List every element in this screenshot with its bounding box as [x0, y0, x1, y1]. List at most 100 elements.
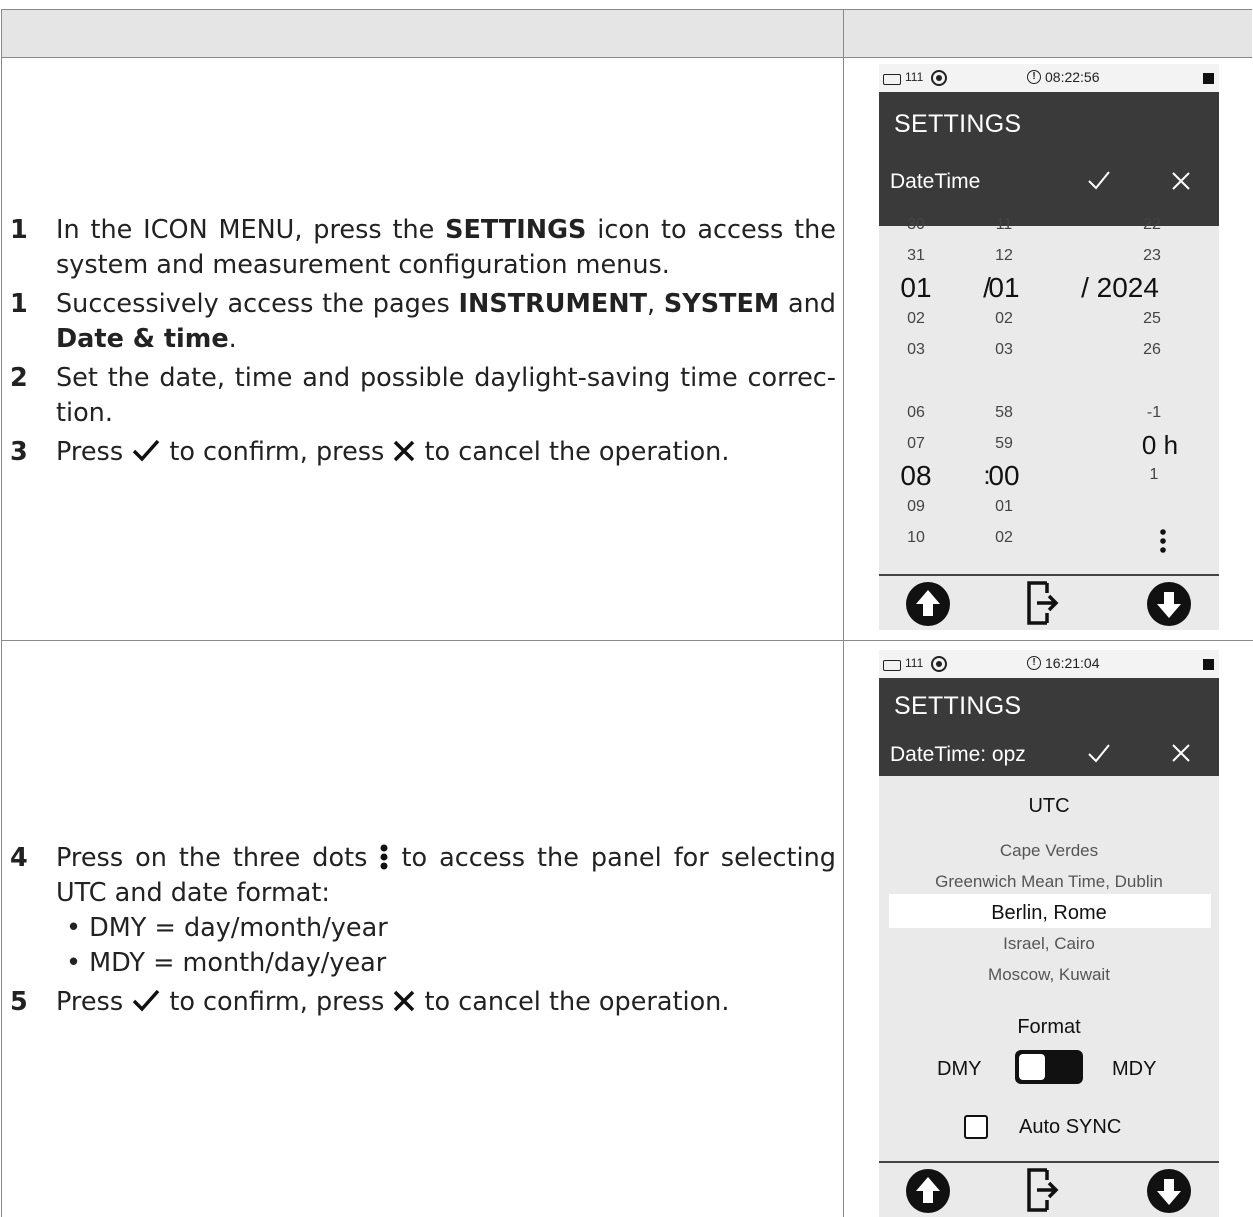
- clock-alert-icon: !: [1027, 656, 1041, 670]
- table-header-row: [1, 9, 1252, 58]
- confirm-check-icon[interactable]: [1086, 167, 1112, 193]
- wheel-day-value: 03: [907, 341, 925, 358]
- up-arrow-icon[interactable]: [904, 1167, 952, 1215]
- step-number: 5: [10, 987, 28, 1017]
- status-square-icon: [1203, 659, 1214, 670]
- wheel-minute-value: 59: [995, 435, 1013, 452]
- step-number: 2: [10, 363, 28, 393]
- timezone-item: Israel, Cairo: [1003, 934, 1095, 953]
- step-text: In the ICON MENU, press the SETTINGS ico…: [56, 215, 836, 280]
- confirm-check-icon[interactable]: [1086, 740, 1112, 766]
- step-item: 1 In the ICON MENU, press the SETTINGS ic…: [10, 213, 836, 283]
- exit-icon[interactable]: [1025, 580, 1067, 626]
- screen-header: SETTINGS DateTime: opz: [879, 678, 1219, 776]
- wheel-hour-value: 10: [907, 529, 925, 546]
- timezone-item: Cape Verdes: [999, 841, 1099, 860]
- step-number: 1: [10, 289, 28, 319]
- wheel-dst-value: -1: [1146, 404, 1162, 421]
- wheel-year-value: / 2024: [1081, 272, 1159, 303]
- check-icon: [132, 439, 160, 462]
- screen-title: SETTINGS: [894, 110, 1022, 138]
- cross-icon: [394, 440, 415, 462]
- steps-bottom: 4 Press on the three dots to access the p…: [10, 841, 836, 1024]
- wheel-day-value: 02: [907, 310, 925, 327]
- table-divider: [843, 9, 844, 1217]
- more-options-dots-icon[interactable]: [1158, 528, 1168, 554]
- step-item: 1 Successively access the pages INSTRUMEN…: [10, 287, 836, 357]
- table-divider: [1, 9, 2, 1217]
- wheel-year-value: 25: [1143, 310, 1161, 327]
- wheel-hour-value: 07: [907, 435, 925, 452]
- wheel-hour-value: 09: [907, 498, 925, 515]
- wheel-year-value: 22: [1143, 216, 1161, 233]
- auto-sync-checkbox[interactable]: [964, 1115, 988, 1139]
- battery-icon: [883, 660, 901, 671]
- step-text: Set the date, time and possible daylight…: [56, 363, 836, 428]
- time-separator: :: [983, 460, 991, 490]
- wheel-month-value: 11: [995, 216, 1013, 233]
- wheel-minute-value: 01: [995, 498, 1013, 515]
- wheel-day-value: 01: [900, 272, 932, 303]
- step-text: Press to confirm, press to cancel the op…: [56, 987, 730, 1017]
- step-item: 2 Set the date, time and possible dayligh…: [10, 361, 836, 431]
- three-dots-icon: [380, 844, 388, 870]
- step-number: 1: [10, 215, 28, 245]
- device-screen-datetime-options: 111 ! 16:21:04 SETTINGS DateTime: opz UT…: [879, 650, 1219, 1217]
- wheel-year-value: 26: [1143, 341, 1161, 358]
- cross-icon: [394, 990, 415, 1012]
- step-text: Press on the three dots to access the pa…: [56, 843, 836, 978]
- wheel-minute-value: 02: [995, 529, 1013, 546]
- step-number: 4: [10, 843, 28, 873]
- wheel-month-value: 02: [995, 310, 1013, 327]
- down-arrow-icon[interactable]: [1145, 1167, 1193, 1215]
- timezone-item: Greenwich Mean Time, Dublin: [935, 872, 1163, 891]
- wheel-hour-value: 06: [907, 404, 925, 421]
- format-left-label: DMY: [937, 1058, 982, 1080]
- bottom-nav: [879, 574, 1219, 630]
- format-toggle[interactable]: [1015, 1050, 1083, 1084]
- wheel-dst-value: 1: [1149, 466, 1159, 483]
- check-icon: [132, 989, 160, 1012]
- up-arrow-icon[interactable]: [904, 580, 952, 628]
- wheel-minute-value: 58: [995, 404, 1013, 421]
- step-item: 3 Press to confirm, press to cancel the o…: [10, 435, 836, 470]
- format-right-label: MDY: [1112, 1058, 1157, 1080]
- gps-icon: [931, 656, 947, 672]
- battery-level: 111: [905, 70, 924, 84]
- clock-alert-icon: !: [1027, 70, 1041, 84]
- gps-icon: [931, 70, 947, 86]
- screen-subtitle: DateTime: opz: [890, 743, 1026, 766]
- status-square-icon: [1203, 73, 1214, 84]
- status-time: 16:21:04: [1045, 655, 1100, 671]
- screen-header: SETTINGS DateTime: [879, 92, 1219, 226]
- down-arrow-icon[interactable]: [1145, 580, 1193, 628]
- status-bar: 111 ! 16:21:04: [879, 650, 1219, 679]
- battery-level: 111: [905, 656, 924, 670]
- timezone-item: Moscow, Kuwait: [988, 965, 1110, 984]
- status-time: 08:22:56: [1045, 69, 1100, 85]
- wheel-year-value: 23: [1143, 247, 1161, 264]
- step-item: 5 Press to confirm, press to cancel the o…: [10, 985, 836, 1020]
- timezone-item-selected: Berlin, Rome: [991, 902, 1107, 924]
- status-bar: 111 ! 08:22:56: [879, 64, 1219, 93]
- wheel-month-value: 12: [995, 247, 1013, 264]
- auto-sync-label: Auto SYNC: [1019, 1116, 1122, 1138]
- instruction-table: 1 In the ICON MENU, press the SETTINGS ic…: [0, 0, 1253, 1217]
- utc-label: UTC: [1028, 795, 1070, 817]
- cancel-x-icon[interactable]: [1170, 170, 1192, 192]
- cancel-x-icon[interactable]: [1170, 742, 1192, 764]
- exit-icon[interactable]: [1025, 1167, 1067, 1213]
- device-screen-datetime: 111 ! 08:22:56 SETTINGS DateTime 30 31 01 0…: [879, 64, 1219, 630]
- bottom-nav: [879, 1161, 1219, 1217]
- table-divider: [1, 640, 1253, 641]
- date-separator: /: [983, 272, 991, 303]
- wheel-day-value: 31: [907, 247, 925, 264]
- wheel-hour-value: 08: [900, 460, 932, 491]
- step-text: Successively access the pages INSTRUMENT…: [56, 289, 836, 354]
- step-number: 3: [10, 437, 28, 467]
- wheel-month-value: 03: [995, 341, 1013, 358]
- battery-icon: [883, 74, 901, 85]
- step-text: Press to confirm, press to cancel the op…: [56, 437, 730, 467]
- step-item: 4 Press on the three dots to access the p…: [10, 841, 836, 981]
- screen-title: SETTINGS: [894, 692, 1022, 720]
